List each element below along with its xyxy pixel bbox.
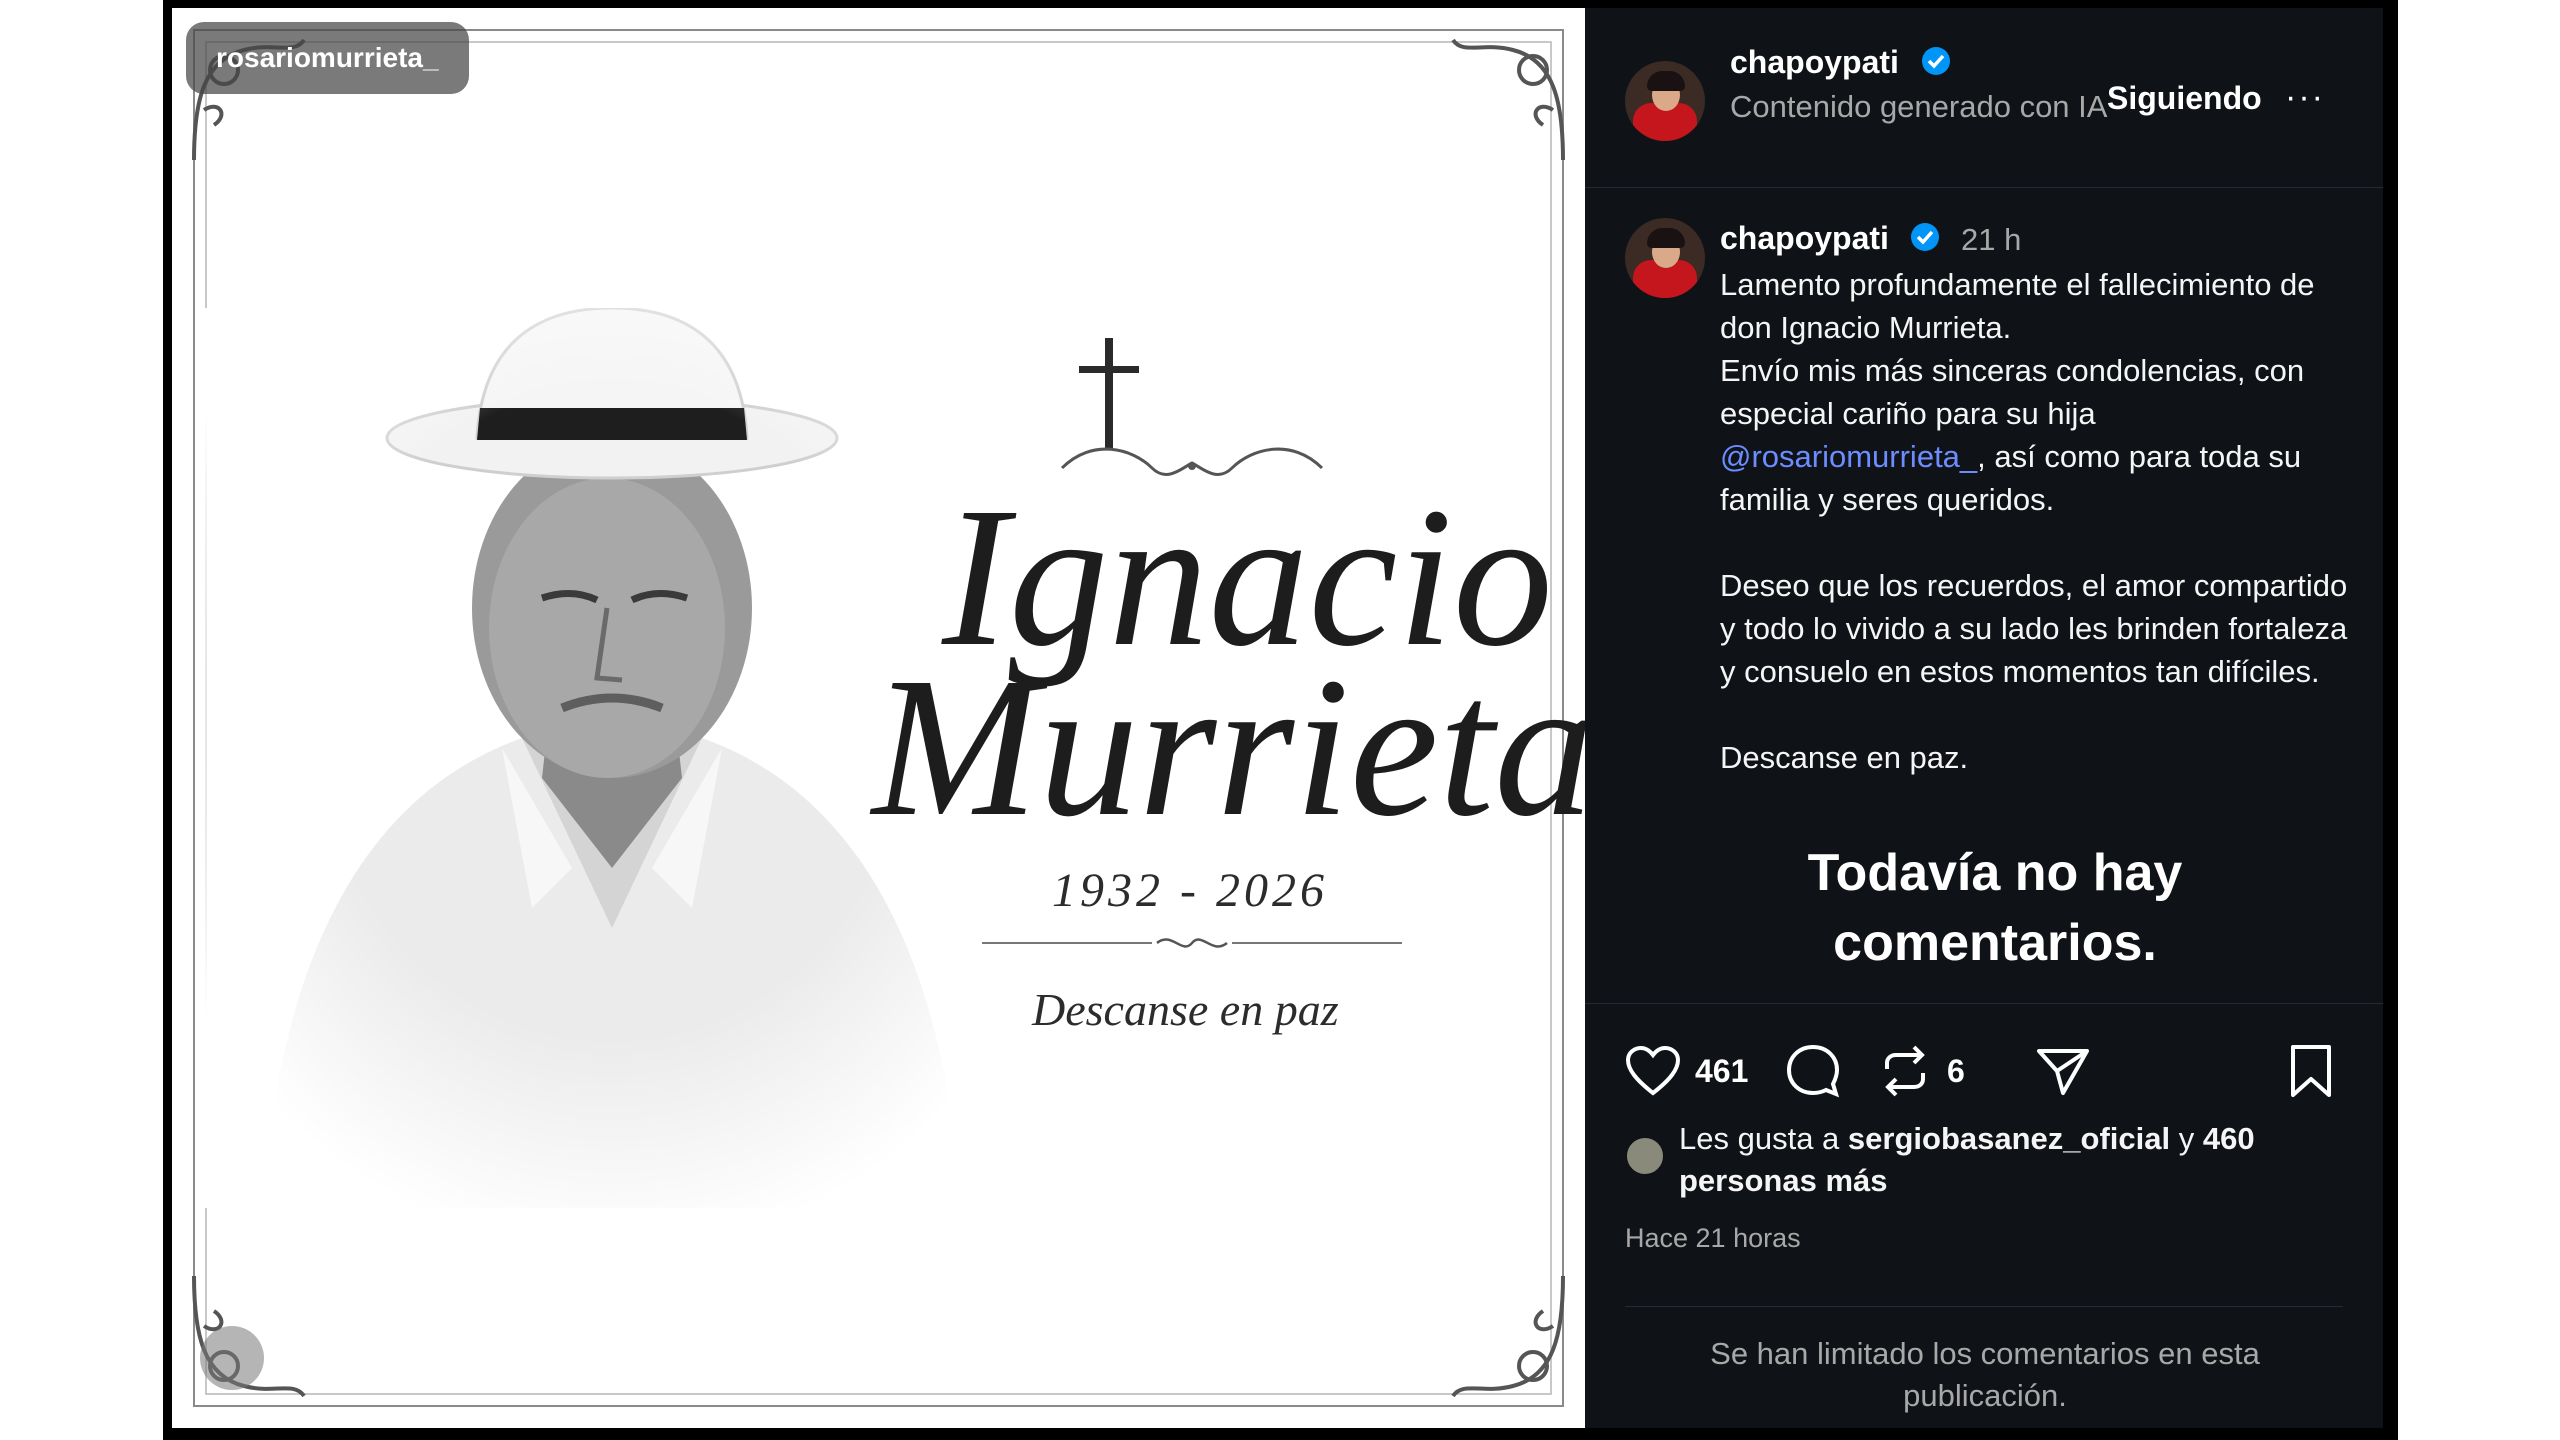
post-time-ago[interactable]: 21 h bbox=[1961, 222, 2021, 258]
send-icon[interactable] bbox=[2035, 1043, 2091, 1099]
life-dates: 1932 - 2026 bbox=[1052, 864, 1328, 917]
comments-limited-notice: Se han limitado los comentarios en esta … bbox=[1710, 1336, 2260, 1413]
comment-action bbox=[1785, 1043, 1841, 1099]
post-side-panel: chapoypati Contenido generado con IA Sig… bbox=[1585, 8, 2383, 1428]
liker-username[interactable]: sergiobasanez_oficial bbox=[1848, 1121, 2170, 1156]
repost-icon[interactable] bbox=[1877, 1043, 1933, 1099]
divider bbox=[1625, 1306, 2343, 1307]
repost-action: 6 bbox=[1877, 1043, 1965, 1099]
divider-ornament-icon bbox=[982, 938, 1402, 948]
more-options-icon[interactable]: ··· bbox=[2285, 78, 2325, 117]
corner-ornament-icon bbox=[1451, 1275, 1565, 1398]
caption-text: , así como para toda su familia y seres … bbox=[1720, 439, 2348, 775]
corner-ornament-icon bbox=[1451, 38, 1565, 161]
no-comments-message: Todavía no hay comentarios. bbox=[1807, 844, 2183, 972]
caption-text: Lamento profundamente el fallecimiento d… bbox=[1720, 267, 2315, 431]
verified-badge-icon bbox=[1922, 47, 1950, 75]
like-action: 461 bbox=[1625, 1043, 1748, 1099]
caption-author-avatar[interactable] bbox=[1625, 218, 1705, 298]
deceased-last-name: Murrieta bbox=[872, 637, 1585, 858]
bookmark-icon[interactable] bbox=[2287, 1043, 2335, 1099]
following-button[interactable]: Siguiendo bbox=[2107, 80, 2262, 117]
post-timestamp[interactable]: Hace 21 horas bbox=[1625, 1223, 1801, 1254]
mention-link[interactable]: @rosariomurrieta_ bbox=[1720, 439, 1977, 474]
comment-bubble-icon[interactable] bbox=[1785, 1043, 1841, 1099]
likes-summary: Les gusta a sergiobasanez_oficial y 460 … bbox=[1679, 1118, 2339, 1202]
post-image[interactable]: Ignacio Murrieta 1932 - 2026 Descanse en… bbox=[172, 8, 1585, 1428]
liker-avatar[interactable] bbox=[1625, 1136, 1665, 1176]
divider bbox=[1585, 1003, 2383, 1004]
post-header: chapoypati Contenido generado con IA Sig… bbox=[1585, 8, 2383, 188]
tagged-user-chip[interactable]: rosariomurrieta_ bbox=[186, 22, 469, 94]
save-action bbox=[2287, 1043, 2335, 1099]
author-avatar[interactable] bbox=[1625, 61, 1705, 141]
share-action bbox=[2035, 1043, 2091, 1099]
rest-in-peace-text: Descanse en paz bbox=[1032, 984, 1339, 1035]
ai-generated-label[interactable]: Contenido generado con IA bbox=[1730, 86, 2110, 128]
tagged-people-button[interactable] bbox=[200, 1326, 264, 1390]
heart-icon[interactable] bbox=[1625, 1045, 1681, 1097]
repost-count[interactable]: 6 bbox=[1947, 1053, 1965, 1090]
like-count[interactable]: 461 bbox=[1695, 1053, 1748, 1090]
likes-prefix: Les gusta a bbox=[1679, 1121, 1840, 1156]
author-username[interactable]: chapoypati bbox=[1730, 44, 1899, 81]
post-caption: Lamento profundamente el fallecimiento d… bbox=[1720, 263, 2350, 779]
verified-badge-icon bbox=[1911, 223, 1939, 251]
likes-connector: y bbox=[2178, 1121, 2195, 1156]
caption-username[interactable]: chapoypati bbox=[1720, 220, 1889, 257]
